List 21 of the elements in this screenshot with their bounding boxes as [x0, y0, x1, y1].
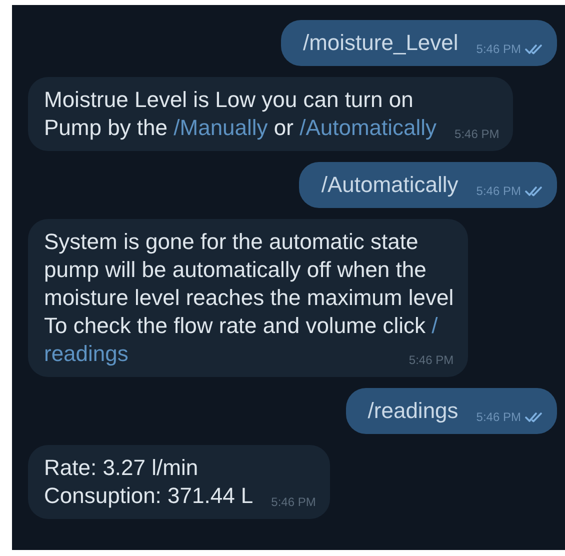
message-time: 5:46 PM	[270, 494, 316, 510]
message-text: To check the flow rate and volume click /	[44, 312, 439, 340]
command-link[interactable]: readings	[44, 341, 128, 366]
message-text: /readings	[368, 397, 458, 425]
message-text: Moistrue Level is Low you can turn on	[44, 86, 414, 114]
message-time: 5:46 PM	[454, 126, 500, 142]
message-text: pump will be automatically off when the	[44, 256, 428, 284]
command-link[interactable]: /Manually	[174, 115, 268, 140]
message-text: /moisture_Level	[302, 29, 458, 57]
message-text: System is gone for the automatic state	[44, 228, 420, 256]
command-link[interactable]: /Automatically	[300, 115, 437, 140]
message-text: Rate: 3.27 l/min	[44, 454, 200, 482]
message-time: 5:46 PM	[458, 409, 543, 425]
message-text: Pump by the /Manually or /Automatically	[44, 114, 437, 142]
message-time: 5:46 PM	[458, 41, 543, 57]
message-text: Consuption: 371.44 L	[44, 482, 254, 510]
message-text: moisture level reaches the maximum level	[44, 284, 454, 312]
message-time: 5:46 PM	[408, 352, 454, 368]
message-time: 5:46 PM	[458, 183, 543, 199]
command-link[interactable]: /	[432, 313, 438, 338]
message-text: /Automatically	[321, 171, 458, 199]
